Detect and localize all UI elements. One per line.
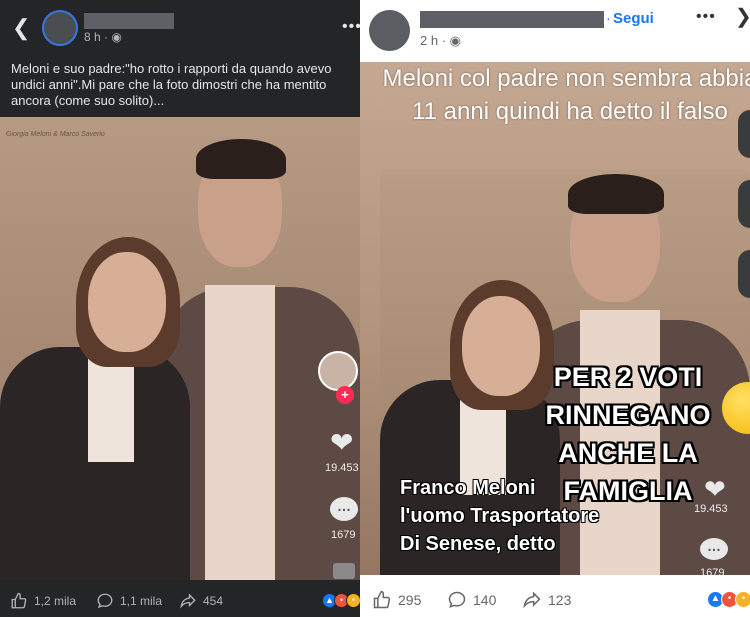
comment-bubble-icon: [448, 591, 466, 608]
right-author-avatar[interactable]: [369, 10, 410, 51]
reaction-icons[interactable]: ▲ • •: [707, 591, 750, 608]
woman-head: [88, 252, 166, 352]
comment-count: 1,1 mila: [120, 594, 163, 608]
share-arrow-icon: [523, 591, 541, 609]
video-caption-top: Meloni col padre non sembra abbia 11 ann…: [382, 65, 750, 125]
share-button[interactable]: 454: [179, 592, 223, 610]
right-post-photo[interactable]: Meloni col padre non sembra abbia 11 ann…: [360, 62, 750, 575]
video-subtitle-text: Franco Meloni l'uomo Trasportatore Di Se…: [400, 477, 600, 555]
like-count: 295: [398, 592, 422, 608]
more-options-icon[interactable]: •••: [342, 18, 360, 36]
side-tab: [738, 250, 750, 298]
dot-separator: ·: [441, 33, 450, 48]
more-options-icon[interactable]: •••: [696, 8, 716, 26]
globe-icon: ◉: [449, 33, 461, 48]
tiktok-creator-avatar[interactable]: [318, 351, 358, 391]
left-author-name-redacted[interactable]: [84, 13, 174, 29]
follow-button[interactable]: Segui: [613, 10, 654, 27]
left-post-actions: 1,2 mila 1,1 mila 454 ▲ • •: [0, 583, 360, 617]
right-post-meta: 2 h · ◉: [420, 33, 461, 49]
share-count: 454: [203, 594, 224, 608]
globe-icon: ◉: [111, 30, 122, 44]
chevron-right-icon[interactable]: ❯: [735, 4, 750, 29]
dot-separator: ·: [606, 10, 611, 26]
share-arrow-icon: [180, 593, 196, 609]
follow-plus-icon[interactable]: +: [336, 386, 354, 404]
haha-reaction-icon: •: [735, 591, 750, 608]
man-hair: [196, 139, 286, 179]
comment-bubble-icon: [97, 593, 113, 609]
left-author-avatar[interactable]: [42, 10, 78, 46]
side-tab: [738, 180, 750, 228]
share-button[interactable]: 123: [522, 590, 571, 610]
screenshot-comparison: ❮ 8 h · ◉ ••• Meloni e suo padre:"ho rot…: [0, 0, 750, 617]
left-post-time[interactable]: 8 h: [84, 30, 101, 44]
heart-icon[interactable]: ❤: [330, 428, 353, 458]
like-count: 1,2 mila: [34, 594, 77, 608]
comment-button[interactable]: 140: [447, 590, 496, 610]
back-arrow-icon[interactable]: ❮: [12, 16, 32, 40]
comment-button[interactable]: 1,1 mila: [96, 592, 162, 610]
right-post-time[interactable]: 2 h: [420, 33, 438, 48]
photo-header-text: Giorgia Meloni & Marco Saverio: [6, 131, 105, 138]
right-post-actions: 295 140 123 ▲ • •: [360, 583, 750, 617]
reaction-icons[interactable]: ▲ • •: [322, 593, 360, 608]
tiktok-comment-count: 1679: [700, 567, 725, 575]
thumbs-up-icon: [373, 590, 391, 609]
tiktok-comment-count: 1679: [331, 529, 356, 541]
share-icon[interactable]: [333, 563, 355, 579]
like-button[interactable]: 295: [372, 590, 421, 610]
share-count: 123: [548, 592, 572, 608]
left-post-photo[interactable]: Giorgia Meloni & Marco Saverio: [0, 117, 360, 580]
heart-icon[interactable]: ❤: [704, 474, 726, 505]
left-facebook-post: ❮ 8 h · ◉ ••• Meloni e suo padre:"ho rot…: [0, 0, 360, 617]
left-post-meta: 8 h · ◉: [84, 30, 122, 44]
tiktok-like-count: 19.453: [694, 503, 728, 515]
right-facebook-post: · Segui ••• ❯ 2 h · ◉ Meloni col padre n…: [360, 0, 750, 617]
comment-dots-icon[interactable]: …: [700, 538, 728, 560]
haha-reaction-icon: •: [346, 593, 360, 608]
tiktok-like-count: 19.453: [325, 462, 359, 474]
left-post-caption: Meloni e suo padre:"ho rotto i rapporti …: [11, 61, 332, 108]
man-shirt: [205, 285, 275, 580]
side-tab: [738, 110, 750, 158]
man-hair: [568, 174, 664, 214]
right-author-name-redacted[interactable]: [420, 11, 604, 28]
left-post-header: ❮ 8 h · ◉ •••: [0, 0, 360, 58]
comment-count: 140: [473, 592, 497, 608]
like-button[interactable]: 1,2 mila: [10, 592, 76, 610]
thumbs-up-icon: [11, 592, 27, 609]
comment-dots-icon[interactable]: …: [330, 497, 358, 521]
